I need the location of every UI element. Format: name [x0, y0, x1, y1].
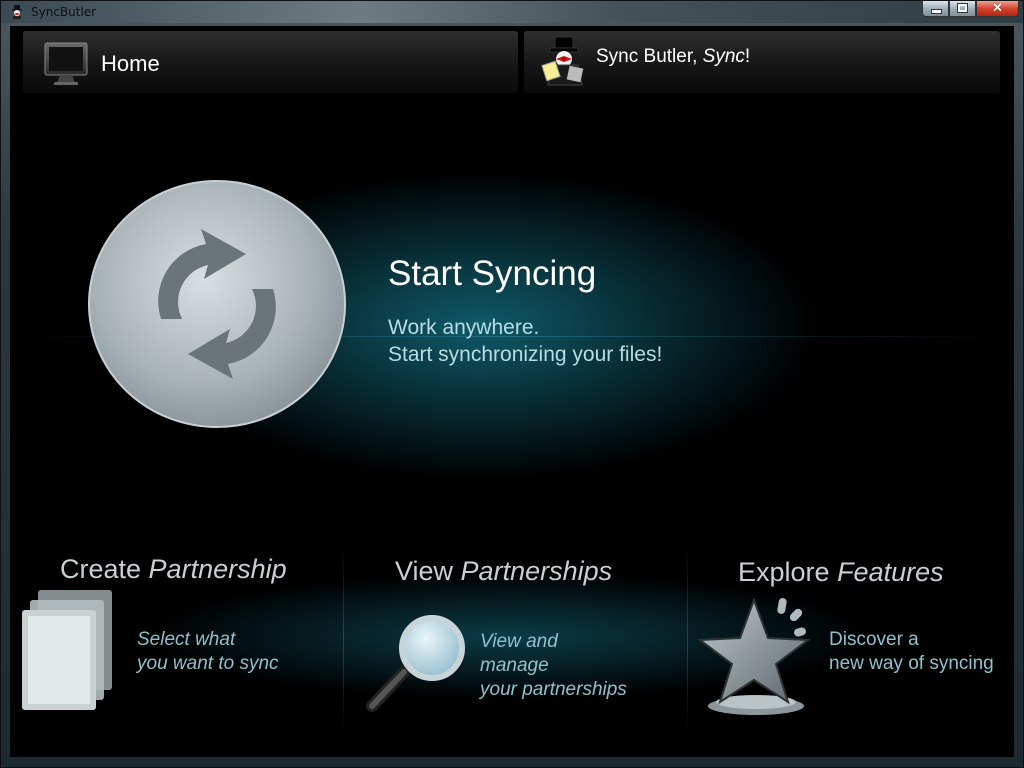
- tile-desc-line: View and: [480, 631, 558, 652]
- maximize-icon: [958, 4, 967, 12]
- tile-description: Select what you want to sync: [137, 628, 279, 676]
- folders-icon: [22, 590, 112, 710]
- close-icon: ✕: [992, 0, 1003, 15]
- monitor-icon: [44, 42, 88, 85]
- sync-arrows-icon[interactable]: [86, 179, 348, 429]
- magnifier-icon: [366, 615, 465, 712]
- home-nav-button[interactable]: Home: [23, 31, 518, 93]
- app-window: SyncButler ✕ Home Sync Butler, Sync! Sta…: [0, 0, 1024, 768]
- minimize-icon: [932, 10, 941, 13]
- tile-title-italic: Features: [837, 557, 944, 587]
- tile-title: Explore Features: [738, 557, 944, 588]
- sync-prefix: Sync Butler,: [596, 46, 703, 67]
- tile-title: View Partnerships: [395, 556, 612, 587]
- tile-description: View and manage your partnerships: [480, 630, 627, 702]
- close-button[interactable]: ✕: [976, 0, 1019, 17]
- butler-icon: [541, 36, 584, 86]
- tile-desc-line: you want to sync: [137, 653, 279, 674]
- minimize-button[interactable]: [922, 1, 949, 17]
- sync-suffix: !: [744, 46, 751, 67]
- tile-title: Create Partnership: [60, 554, 287, 585]
- tile-desc-line: your partnerships: [480, 679, 627, 700]
- tile-title-plain: Explore: [738, 557, 838, 587]
- view-partnerships-tile[interactable]: View Partnerships View and manage your p…: [344, 544, 686, 734]
- window-title: SyncButler: [31, 5, 97, 19]
- home-label: Home: [101, 51, 160, 76]
- tile-description: Discover a new way of syncing: [829, 628, 994, 676]
- create-partnership-tile[interactable]: Create Partnership Select what you want …: [10, 544, 342, 734]
- star-icon: [697, 597, 811, 715]
- sync-butler-nav[interactable]: Sync Butler, Sync!: [524, 31, 1000, 93]
- tile-title-plain: Create: [60, 554, 149, 584]
- explore-features-tile[interactable]: Explore Features Discover a new way of s…: [688, 544, 1014, 734]
- butler-app-icon: [12, 5, 22, 19]
- tile-title-italic: Partnership: [148, 554, 287, 584]
- tile-desc-line: Discover a: [829, 629, 919, 650]
- tile-title-italic: Partnerships: [460, 556, 613, 586]
- caption-buttons: ✕: [922, 0, 1019, 17]
- tile-desc-line: Select what: [137, 629, 236, 650]
- hero-subtitle-line1: Work anywhere.: [388, 316, 540, 339]
- sync-word: Sync: [702, 46, 745, 67]
- title-bar[interactable]: SyncButler ✕: [1, 0, 1023, 23]
- hero-title[interactable]: Start Syncing: [388, 254, 596, 294]
- hero-subtitle-line2: Start synchronizing your files!: [388, 343, 663, 366]
- tile-desc-line: manage: [480, 655, 549, 676]
- sync-butler-label: Sync Butler, Sync!: [596, 46, 750, 68]
- tile-desc-line: new way of syncing: [829, 653, 994, 674]
- tile-title-plain: View: [395, 556, 461, 586]
- maximize-button[interactable]: [949, 1, 976, 17]
- main-content: Home Sync Butler, Sync! Start Syncing Wo…: [10, 26, 1014, 757]
